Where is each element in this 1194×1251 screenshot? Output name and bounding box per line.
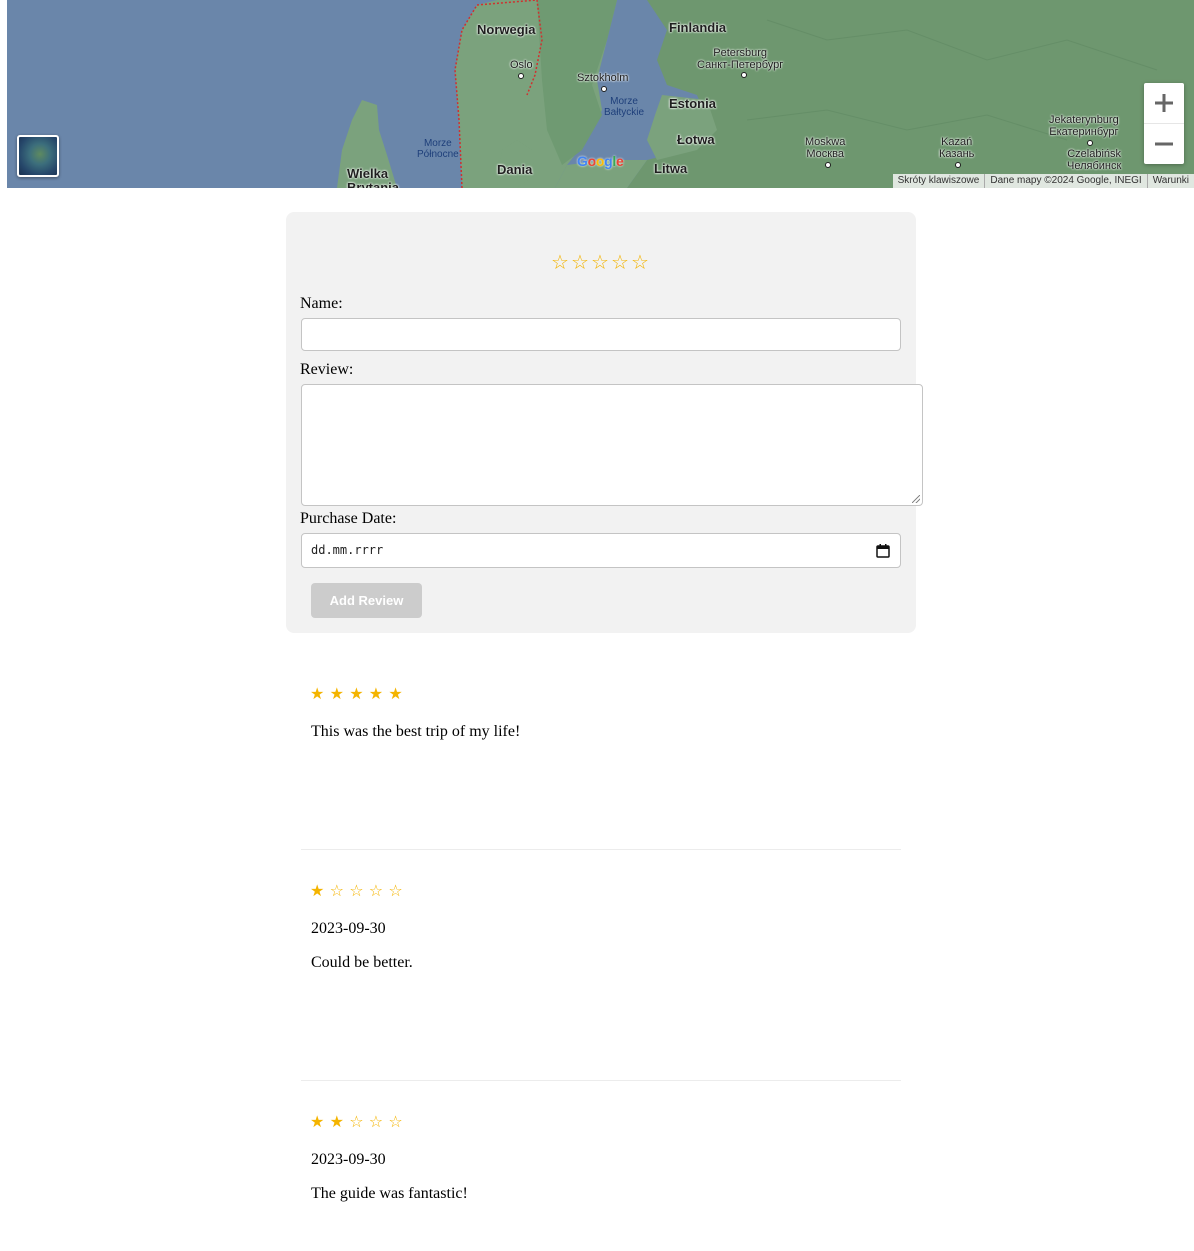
map-city-dot xyxy=(741,72,747,78)
keyboard-shortcuts-link[interactable]: Skróty klawiszowe xyxy=(893,174,985,188)
map-city-dot xyxy=(955,162,961,168)
review-divider xyxy=(301,849,901,850)
star-icon: ☆ xyxy=(368,881,384,900)
star-icon: ★ xyxy=(310,684,325,703)
map-label-estonia: Estonia xyxy=(669,96,716,111)
star-icon: ★ xyxy=(349,684,364,703)
map-label-chelyabinsk: Czelabińsk Челябинск xyxy=(1067,148,1122,172)
map-label-lithuania: Litwa xyxy=(654,161,688,176)
map-label-kazan: Kazań Казань xyxy=(939,136,975,160)
star-icon: ★ xyxy=(329,684,344,703)
star-icon: ★ xyxy=(310,881,325,900)
purchase-date-input[interactable]: dd.mm.rrrr xyxy=(301,533,901,568)
map-label-petersburg: Petersburg Санкт-Петербург xyxy=(697,47,784,71)
star-icon: ☆ xyxy=(329,881,344,900)
map-attribution: Skróty klawiszowe Dane mapy ©2024 Google… xyxy=(892,174,1194,188)
map-label-finland: Finlandia xyxy=(669,20,727,35)
map-data-credit: Dane mapy ©2024 Google, INEGI xyxy=(984,174,1146,188)
google-logo: Google xyxy=(577,153,624,169)
map-label-britain: Wielka Brytania xyxy=(347,166,400,188)
star-icon: ☆ xyxy=(349,881,364,900)
map-label-yekaterinburg: Jekaterynburg Екатеринбург xyxy=(1049,114,1119,138)
review-text: The guide was fantastic! xyxy=(311,1185,468,1202)
map[interactable]: Norwegia Finlandia Estonia Łotwa Litwa D… xyxy=(7,0,1194,188)
review-text: Could be better. xyxy=(311,954,413,971)
map-label-stockholm: Sztokholm xyxy=(577,72,629,84)
review-rating: ★ ★ ★ ★ ★ xyxy=(310,684,408,703)
map-city-dot xyxy=(825,162,831,168)
name-input[interactable] xyxy=(301,318,901,351)
zoom-out-button[interactable] xyxy=(1144,123,1184,163)
name-label: Name: xyxy=(300,295,343,312)
minus-icon xyxy=(1155,142,1173,145)
map-label-north-sea: Morze Północne xyxy=(417,138,459,160)
review-rating: ★ ★ ☆ ☆ ☆ xyxy=(310,1112,408,1131)
resize-grip-icon[interactable] xyxy=(912,495,920,503)
add-review-button[interactable]: Add Review xyxy=(311,583,422,618)
rating-star-4[interactable]: ☆ xyxy=(610,250,630,274)
rating-star-3[interactable]: ☆ xyxy=(590,250,610,274)
map-city-dot xyxy=(518,73,524,79)
calendar-icon[interactable] xyxy=(876,544,890,558)
terms-link[interactable]: Warunki xyxy=(1146,174,1194,188)
review-date: 2023-09-30 xyxy=(311,920,386,937)
map-city-dot xyxy=(1087,140,1093,146)
review-rating: ★ ☆ ☆ ☆ ☆ xyxy=(310,881,408,900)
satellite-view-toggle[interactable] xyxy=(17,135,59,177)
star-icon: ☆ xyxy=(349,1112,364,1131)
map-label-moscow: Moskwa Москва xyxy=(805,136,846,160)
star-icon: ☆ xyxy=(388,881,403,900)
rating-star-1[interactable]: ☆ xyxy=(550,250,570,274)
star-icon: ☆ xyxy=(368,1112,384,1131)
rating-star-2[interactable]: ☆ xyxy=(570,250,590,274)
map-label-baltic-sea: Morze Bałtyckie xyxy=(604,96,645,118)
star-icon: ☆ xyxy=(388,1112,403,1131)
star-icon: ★ xyxy=(368,684,384,703)
date-placeholder: dd.mm.rrrr xyxy=(311,543,384,557)
map-city-dot xyxy=(601,86,607,92)
review-divider xyxy=(301,1080,901,1081)
purchase-date-label: Purchase Date: xyxy=(300,510,397,527)
plus-icon xyxy=(1155,94,1173,112)
map-label-latvia: Łotwa xyxy=(677,132,715,147)
review-text: This was the best trip of my life! xyxy=(311,723,521,740)
zoom-in-button[interactable] xyxy=(1144,83,1184,123)
map-label-oslo: Oslo xyxy=(510,59,533,71)
zoom-controls xyxy=(1144,83,1184,164)
review-date: 2023-09-30 xyxy=(311,1151,386,1168)
star-icon: ★ xyxy=(388,684,403,703)
rating-input[interactable]: ☆ ☆ ☆ ☆ ☆ xyxy=(550,250,650,274)
map-label-denmark: Dania xyxy=(497,162,533,177)
review-label: Review: xyxy=(300,361,354,378)
map-label-norway: Norwegia xyxy=(477,22,536,37)
review-textarea[interactable] xyxy=(301,384,923,506)
rating-star-5[interactable]: ☆ xyxy=(630,250,650,274)
star-icon: ★ xyxy=(310,1112,325,1131)
star-icon: ★ xyxy=(329,1112,344,1131)
